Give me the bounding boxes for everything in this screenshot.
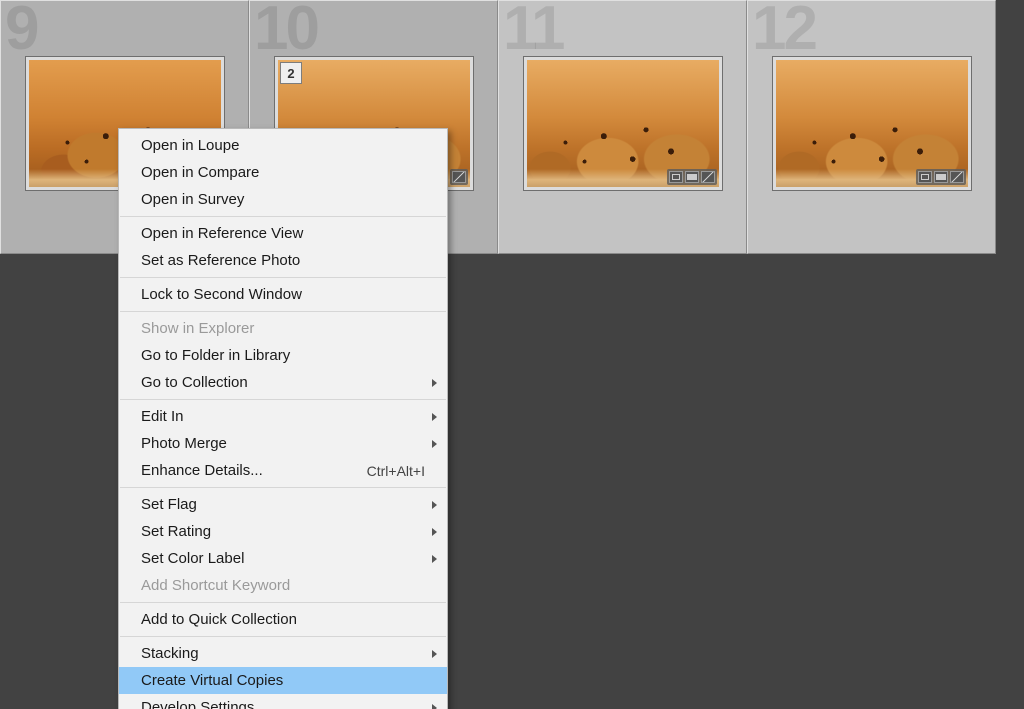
- menu-item[interactable]: Photo Merge: [119, 430, 447, 457]
- menu-item-label: Photo Merge: [141, 435, 227, 452]
- menu-item-shortcut: Ctrl+Alt+I: [367, 463, 425, 479]
- crop-icon: [918, 171, 932, 183]
- menu-item-label: Go to Folder in Library: [141, 347, 290, 364]
- menu-item-label: Stacking: [141, 645, 199, 662]
- adjustments-icon: [452, 171, 466, 183]
- thumbnail-image[interactable]: [776, 60, 968, 187]
- menu-item-label: Set Flag: [141, 496, 197, 513]
- menu-item[interactable]: Lock to Second Window: [119, 281, 447, 308]
- menu-item-label: Open in Reference View: [141, 225, 303, 242]
- menu-item-label: Edit In: [141, 408, 184, 425]
- menu-item[interactable]: Set Flag: [119, 491, 447, 518]
- cell-index: 11: [503, 0, 563, 64]
- thumbnail-cell[interactable]: 11: [498, 0, 747, 254]
- menu-item-label: Add to Quick Collection: [141, 611, 297, 628]
- menu-item-label: Open in Survey: [141, 191, 244, 208]
- menu-item-label: Enhance Details...: [141, 462, 263, 479]
- stack-count-badge[interactable]: 2: [280, 62, 302, 84]
- sync-icon: [685, 171, 699, 183]
- menu-separator: [120, 602, 446, 603]
- adjustments-icon: [701, 171, 715, 183]
- menu-item[interactable]: Open in Loupe: [119, 132, 447, 159]
- menu-item[interactable]: Develop Settings: [119, 694, 447, 709]
- submenu-arrow-icon: [432, 704, 437, 709]
- menu-item[interactable]: Go to Folder in Library: [119, 342, 447, 369]
- thumbnail-badge-icons: [667, 169, 717, 185]
- menu-item: Add Shortcut Keyword: [119, 572, 447, 599]
- menu-item-label: Lock to Second Window: [141, 286, 302, 303]
- cell-index: 12: [752, 0, 815, 64]
- menu-item[interactable]: Open in Reference View: [119, 220, 447, 247]
- menu-item[interactable]: Open in Compare: [119, 159, 447, 186]
- menu-item: Show in Explorer: [119, 315, 447, 342]
- menu-item-label: Go to Collection: [141, 374, 248, 391]
- thumbnail-cell[interactable]: 12: [747, 0, 996, 254]
- menu-item-label: Set Color Label: [141, 550, 244, 567]
- menu-item[interactable]: Enhance Details... Ctrl+Alt+I: [119, 457, 447, 484]
- cell-index: 9: [5, 0, 36, 64]
- thumbnail-frame: [772, 56, 972, 191]
- menu-separator: [120, 399, 446, 400]
- menu-item[interactable]: Set as Reference Photo: [119, 247, 447, 274]
- menu-item[interactable]: Create Virtual Copies: [119, 667, 447, 694]
- menu-item-label: Open in Loupe: [141, 137, 239, 154]
- menu-item[interactable]: Add to Quick Collection: [119, 606, 447, 633]
- submenu-arrow-icon: [432, 413, 437, 421]
- menu-item-label: Set Rating: [141, 523, 211, 540]
- cell-index: 10: [254, 0, 317, 64]
- crop-icon: [669, 171, 683, 183]
- menu-item[interactable]: Set Rating: [119, 518, 447, 545]
- menu-item-label: Add Shortcut Keyword: [141, 577, 290, 594]
- context-menu[interactable]: Open in Loupe Open in Compare Open in Surv…: [118, 128, 448, 709]
- menu-separator: [120, 216, 446, 217]
- menu-item[interactable]: Go to Collection: [119, 369, 447, 396]
- menu-item[interactable]: Stacking: [119, 640, 447, 667]
- thumbnail-badge-icons: [916, 169, 966, 185]
- menu-item-label: Develop Settings: [141, 699, 254, 709]
- submenu-arrow-icon: [432, 501, 437, 509]
- menu-item[interactable]: Open in Survey: [119, 186, 447, 213]
- menu-item[interactable]: Edit In: [119, 403, 447, 430]
- menu-separator: [120, 277, 446, 278]
- submenu-arrow-icon: [432, 440, 437, 448]
- submenu-arrow-icon: [432, 528, 437, 536]
- sync-icon: [934, 171, 948, 183]
- menu-item-label: Show in Explorer: [141, 320, 254, 337]
- adjustments-icon: [950, 171, 964, 183]
- submenu-arrow-icon: [432, 650, 437, 658]
- menu-separator: [120, 311, 446, 312]
- submenu-arrow-icon: [432, 555, 437, 563]
- thumbnail-frame: [523, 56, 723, 191]
- menu-item[interactable]: Set Color Label: [119, 545, 447, 572]
- menu-item-label: Set as Reference Photo: [141, 252, 300, 269]
- submenu-arrow-icon: [432, 379, 437, 387]
- thumbnail-image[interactable]: [527, 60, 719, 187]
- menu-separator: [120, 487, 446, 488]
- menu-item-label: Create Virtual Copies: [141, 672, 283, 689]
- thumbnail-badge-icons: [450, 169, 468, 185]
- menu-item-label: Open in Compare: [141, 164, 259, 181]
- menu-separator: [120, 636, 446, 637]
